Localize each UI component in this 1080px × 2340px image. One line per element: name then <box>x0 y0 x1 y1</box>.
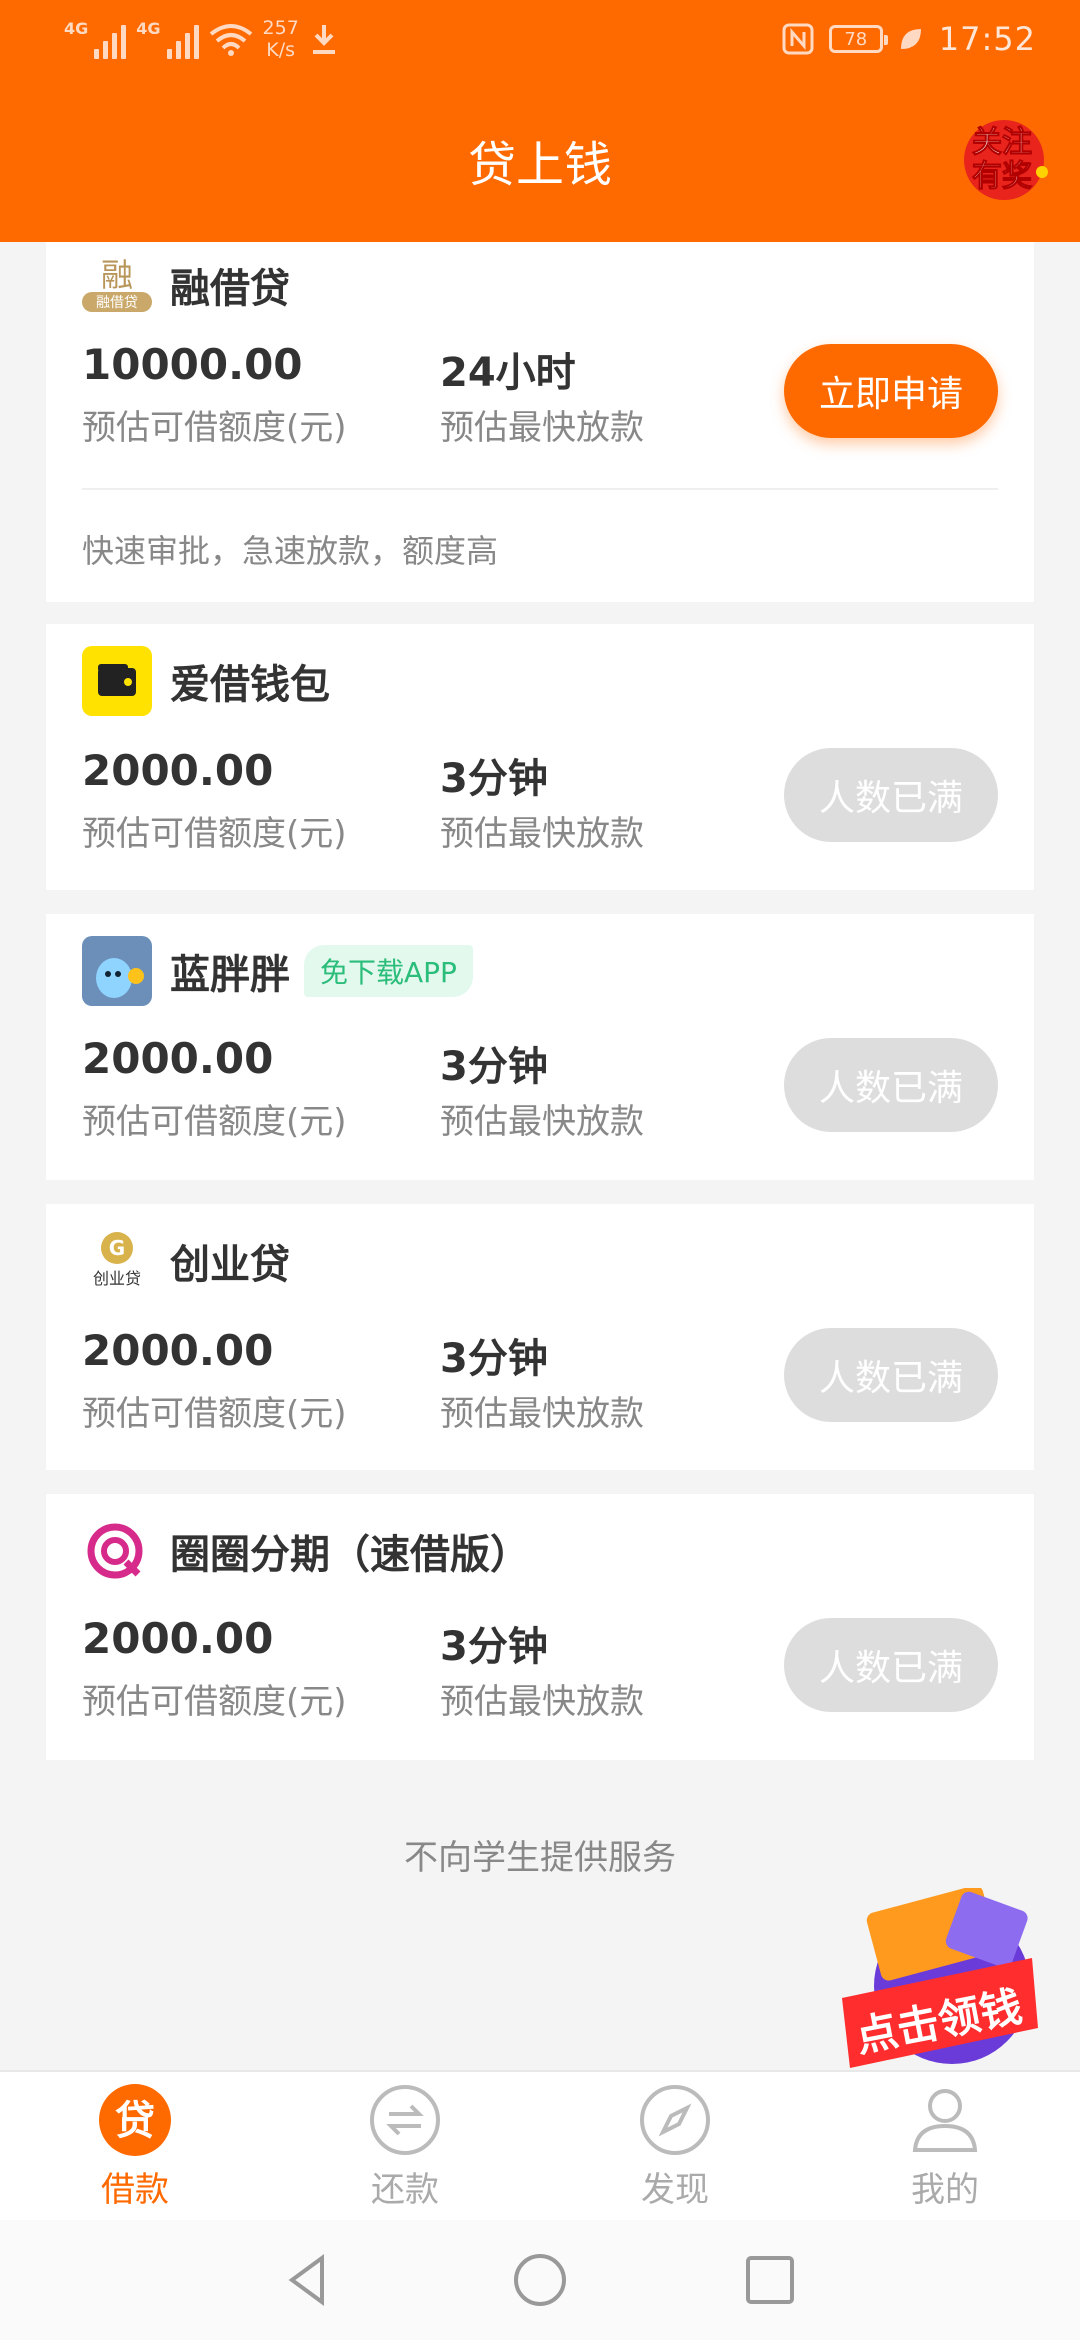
no-download-tag: 免下载APP <box>304 945 473 997</box>
speed-label: 预估最快放款 <box>440 1102 644 1142</box>
amount-label: 预估可借额度(元) <box>82 408 347 448</box>
wifi-icon <box>209 24 252 56</box>
loan-card[interactable]: 爱借钱包 2000.00 预估可借额度(元) 3分钟 预估最快放款 人数已满 <box>46 624 1034 890</box>
svg-text:融借贷: 融借贷 <box>96 295 138 311</box>
brand-name: 创业贷 <box>170 1242 290 1288</box>
full-button[interactable]: 人数已满 <box>784 1328 998 1422</box>
loan-amount: 2000.00 <box>82 746 274 795</box>
brand-name: 蓝胖胖 <box>170 952 290 998</box>
loan-card[interactable]: 蓝胖胖 免下载APP 2000.00 预估可借额度(元) 3分钟 预估最快放款 … <box>46 914 1034 1180</box>
tab-loan[interactable]: 贷 借款 <box>45 2082 225 2212</box>
clock: 17:52 <box>938 20 1036 58</box>
svg-text:融: 融 <box>101 256 133 294</box>
tab-repay[interactable]: 还款 <box>315 2082 495 2212</box>
leaf-icon <box>900 29 921 49</box>
signal-icon: 4G <box>64 19 127 59</box>
follow-reward-badge[interactable]: 关注 有奖 <box>946 110 1054 206</box>
loan-speed: 3分钟 <box>440 1624 548 1670</box>
speed-label: 预估最快放款 <box>440 814 644 854</box>
loan-speed: 3分钟 <box>440 1044 548 1090</box>
svg-text:贷: 贷 <box>115 2098 155 2144</box>
bottom-tab-bar: 贷 借款 还款 发现 我的 <box>0 2070 1080 2222</box>
battery-icon: 78 <box>828 25 888 53</box>
speed-label: 预估最快放款 <box>440 1394 644 1434</box>
svg-text:G: G <box>109 1236 125 1260</box>
loan-amount: 10000.00 <box>82 340 303 389</box>
amount-label: 预估可借额度(元) <box>82 1102 347 1142</box>
app-header: 4G 4G 257 K/s 78 17:52 贷上钱 关注 有奖 <box>0 0 1080 242</box>
full-button[interactable]: 人数已满 <box>784 748 998 842</box>
tab-label: 我的 <box>911 2170 979 2210</box>
speed-label: 预估最快放款 <box>440 1682 644 1722</box>
student-notice: 不向学生提供服务 <box>404 1838 676 1878</box>
brand-name: 圈圈分期（速借版） <box>170 1532 530 1578</box>
tab-mine[interactable]: 我的 <box>855 2082 1035 2212</box>
loan-amount: 2000.00 <box>82 1034 274 1083</box>
circle-logo-icon <box>82 1516 152 1586</box>
loan-card[interactable]: G 创业贷 创业贷 2000.00 预估可借额度(元) 3分钟 预估最快放款 人… <box>46 1204 1034 1470</box>
amount-label: 预估可借额度(元) <box>82 814 347 854</box>
brand-logo: G 创业贷 <box>82 1226 152 1296</box>
loan-speed: 3分钟 <box>440 1336 548 1382</box>
home-icon[interactable] <box>510 2250 570 2310</box>
brand-name: 爱借钱包 <box>170 662 330 708</box>
tab-label: 借款 <box>101 2170 169 2210</box>
claim-money-float-button[interactable]: 点击领钱 <box>832 1885 1048 2074</box>
system-navigation-bar <box>0 2220 1080 2340</box>
loan-amount: 2000.00 <box>82 1614 274 1663</box>
full-button[interactable]: 人数已满 <box>784 1038 998 1132</box>
loan-speed: 3分钟 <box>440 756 548 802</box>
loan-card[interactable]: 融 融借贷 融借贷 10000.00 预估可借额度(元) 24小时 预估最快放款… <box>46 242 1034 602</box>
signal-icon-2: 4G <box>136 19 199 59</box>
brand-name: 融借贷 <box>170 266 290 312</box>
page-title: 贷上钱 <box>467 137 612 193</box>
amount-label: 预估可借额度(元) <box>82 1682 347 1722</box>
tab-label: 还款 <box>371 2170 439 2210</box>
svg-text:创业贷: 创业贷 <box>93 1269 141 1288</box>
repay-icon <box>367 2082 443 2158</box>
tab-discover[interactable]: 发现 <box>585 2082 765 2212</box>
speed-label: 预估最快放款 <box>440 408 644 448</box>
download-icon <box>312 25 335 54</box>
blue-mascot-icon <box>82 936 152 1006</box>
brand-logo: 融 融借贷 <box>82 250 152 320</box>
loan-amount: 2000.00 <box>82 1326 274 1375</box>
svg-text:关注: 关注 <box>972 125 1032 160</box>
loan-description: 快速审批，急速放款，额度高 <box>82 532 499 570</box>
compass-icon <box>637 2082 713 2158</box>
svg-text:有奖: 有奖 <box>972 159 1032 194</box>
recents-icon[interactable] <box>740 2250 800 2310</box>
nfc-icon <box>782 23 814 55</box>
network-speed: 257 K/s <box>262 17 299 61</box>
status-bar: 4G 4G 257 K/s 78 17:52 <box>0 0 1080 80</box>
tab-label: 发现 <box>641 2170 709 2210</box>
full-button[interactable]: 人数已满 <box>784 1618 998 1712</box>
loan-speed: 24小时 <box>440 350 576 396</box>
user-icon <box>907 2082 983 2158</box>
loan-icon: 贷 <box>97 2082 173 2158</box>
back-icon[interactable] <box>278 2250 338 2310</box>
loan-list[interactable]: 融 融借贷 融借贷 10000.00 预估可借额度(元) 24小时 预估最快放款… <box>0 242 1080 2070</box>
divider <box>82 488 998 490</box>
loan-card[interactable]: 圈圈分期（速借版） 2000.00 预估可借额度(元) 3分钟 预估最快放款 人… <box>46 1494 1034 1760</box>
amount-label: 预估可借额度(元) <box>82 1394 347 1434</box>
wallet-icon <box>82 646 152 716</box>
apply-button[interactable]: 立即申请 <box>784 344 998 438</box>
